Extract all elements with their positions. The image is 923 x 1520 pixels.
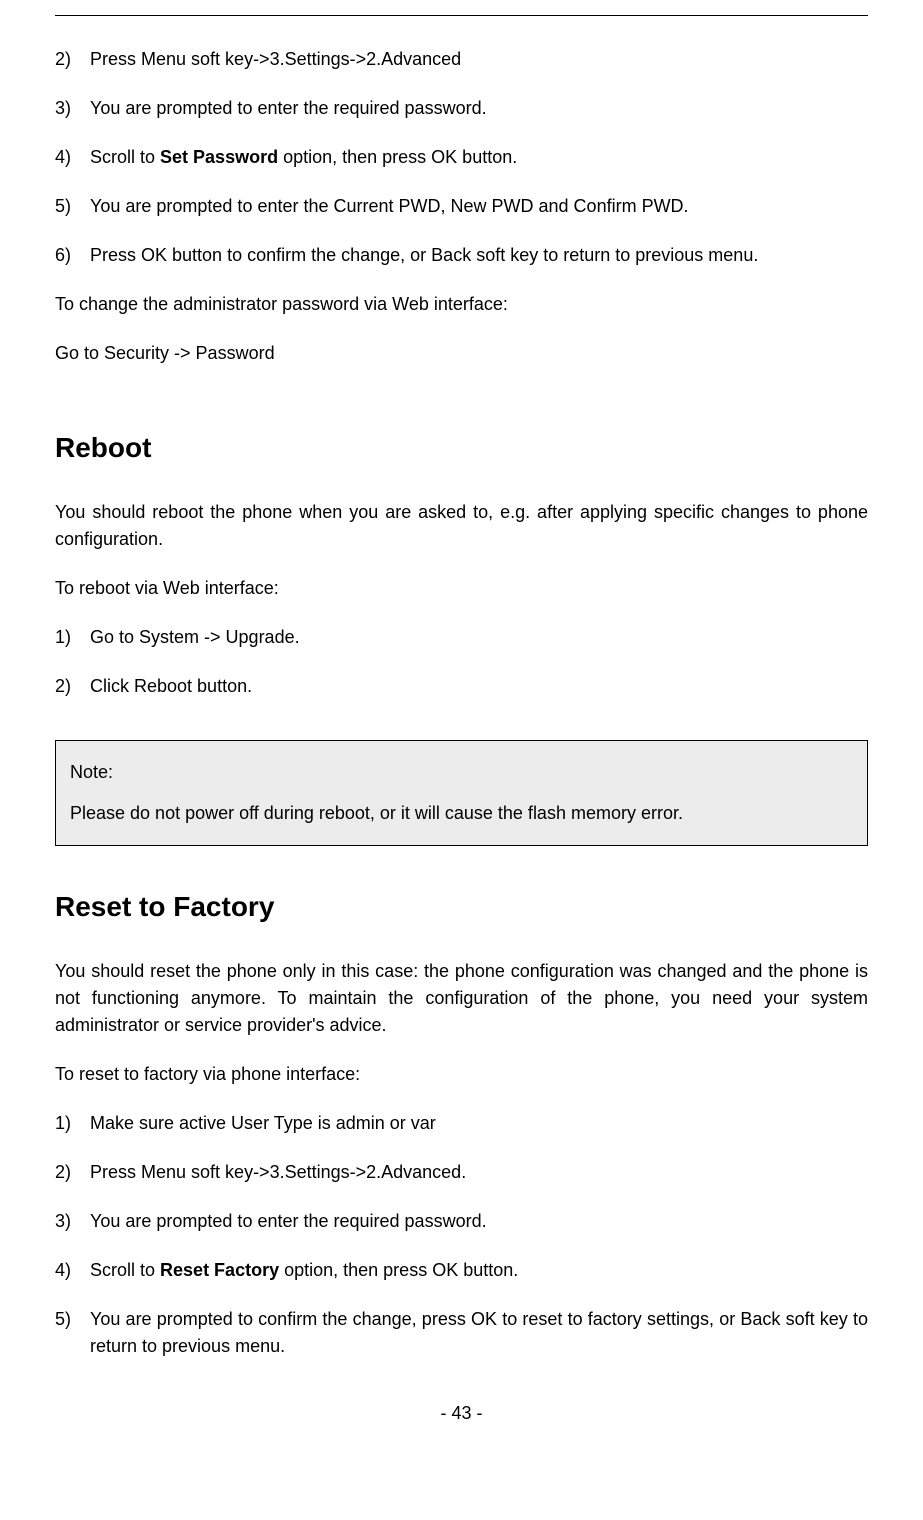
paragraph: Go to Security -> Password (55, 340, 868, 367)
paragraph: To reboot via Web interface: (55, 575, 868, 602)
list-item: 4) Scroll to Set Password option, then p… (55, 144, 868, 171)
paragraph: To reset to factory via phone interface: (55, 1061, 868, 1088)
list-text: You are prompted to enter the required p… (90, 95, 868, 122)
heading-reset: Reset to Factory (55, 886, 868, 928)
list-number: 3) (55, 1208, 90, 1235)
bold-text: Reset Factory (160, 1260, 279, 1280)
list-number: 2) (55, 46, 90, 73)
list-number: 2) (55, 1159, 90, 1186)
page-number: - 43 - (55, 1400, 868, 1427)
text-span: option, then press OK button. (278, 147, 517, 167)
text-span: option, then press OK button. (279, 1260, 518, 1280)
paragraph: You should reboot the phone when you are… (55, 499, 868, 553)
text-span: Scroll to (90, 1260, 160, 1280)
list-item: 4) Scroll to Reset Factory option, then … (55, 1257, 868, 1284)
heading-reboot: Reboot (55, 427, 868, 469)
list-item: 3) You are prompted to enter the require… (55, 95, 868, 122)
top-rule (55, 15, 868, 16)
list-text: Press Menu soft key->3.Settings->2.Advan… (90, 1159, 868, 1186)
list-number: 1) (55, 1110, 90, 1137)
list-number: 2) (55, 673, 90, 700)
document-page: 2) Press Menu soft key->3.Settings->2.Ad… (0, 0, 923, 1467)
text-span: Scroll to (90, 147, 160, 167)
list-text: Scroll to Set Password option, then pres… (90, 144, 868, 171)
list-item: 2) Press Menu soft key->3.Settings->2.Ad… (55, 46, 868, 73)
list-item: 1) Go to System -> Upgrade. (55, 624, 868, 651)
note-body: Please do not power off during reboot, o… (70, 800, 853, 827)
list-item: 5) You are prompted to enter the Current… (55, 193, 868, 220)
list-item: 2) Press Menu soft key->3.Settings->2.Ad… (55, 1159, 868, 1186)
list-text: You are prompted to confirm the change, … (90, 1306, 868, 1360)
list-item: 6) Press OK button to confirm the change… (55, 242, 868, 269)
paragraph: You should reset the phone only in this … (55, 958, 868, 1039)
list-item: 2) Click Reboot button. (55, 673, 868, 700)
list-text: You are prompted to enter the required p… (90, 1208, 868, 1235)
paragraph: To change the administrator password via… (55, 291, 868, 318)
list-item: 3) You are prompted to enter the require… (55, 1208, 868, 1235)
list-item: 1) Make sure active User Type is admin o… (55, 1110, 868, 1137)
list-number: 1) (55, 624, 90, 651)
bold-text: Set Password (160, 147, 278, 167)
list-text: Press Menu soft key->3.Settings->2.Advan… (90, 46, 868, 73)
list-text: Go to System -> Upgrade. (90, 624, 868, 651)
list-text: Click Reboot button. (90, 673, 868, 700)
list-number: 5) (55, 1306, 90, 1360)
list-number: 4) (55, 1257, 90, 1284)
list-number: 5) (55, 193, 90, 220)
list-text: Scroll to Reset Factory option, then pre… (90, 1257, 868, 1284)
list-number: 6) (55, 242, 90, 269)
note-title: Note: (70, 759, 853, 786)
list-number: 3) (55, 95, 90, 122)
list-number: 4) (55, 144, 90, 171)
list-item: 5) You are prompted to confirm the chang… (55, 1306, 868, 1360)
list-text: Press OK button to confirm the change, o… (90, 242, 868, 269)
list-text: Make sure active User Type is admin or v… (90, 1110, 868, 1137)
note-box: Note: Please do not power off during reb… (55, 740, 868, 846)
list-text: You are prompted to enter the Current PW… (90, 193, 868, 220)
